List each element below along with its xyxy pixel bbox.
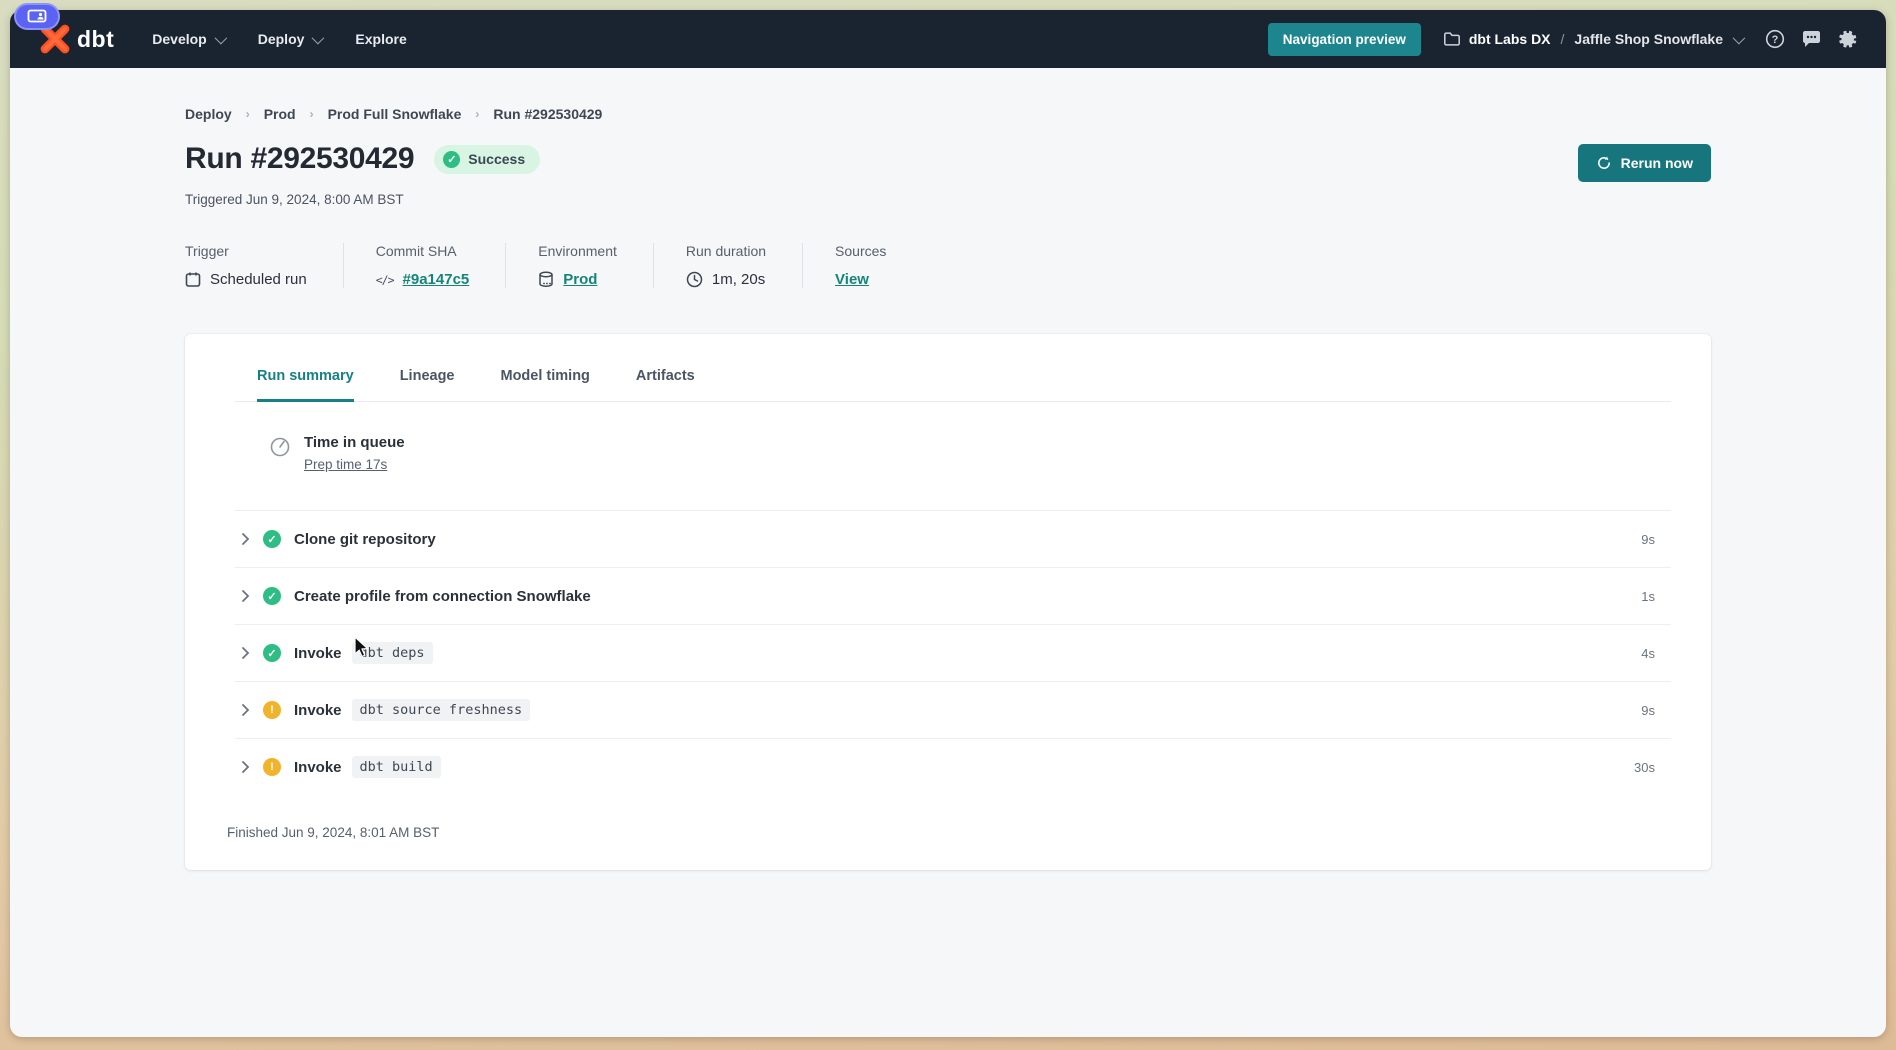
step-duration: 4s (1641, 646, 1671, 661)
app-window: dbt Develop Deploy Explore Navigation pr… (10, 10, 1886, 1037)
status-badge-label: Success (468, 151, 525, 167)
triggered-timestamp: Triggered Jun 9, 2024, 8:00 AM BST (185, 192, 1711, 207)
step-status-icon: ✓ (263, 530, 281, 548)
database-icon (538, 271, 554, 288)
step-status-icon: ✓ (263, 644, 281, 662)
tab-run-summary[interactable]: Run summary (257, 368, 354, 402)
chevron-down-icon (312, 31, 325, 44)
chevron-right-icon[interactable] (241, 760, 250, 774)
meta-trigger: Trigger Scheduled run (185, 243, 344, 288)
page: Deploy › Prod › Prod Full Snowflake › Ru… (10, 68, 1886, 1037)
meta-commit-sha: Commit SHA </> #9a147c5 (376, 243, 507, 288)
step-status-icon: ✓ (263, 587, 281, 605)
time-in-queue-block: Time in queue Prep time 17s (235, 402, 1671, 510)
top-navbar: dbt Develop Deploy Explore Navigation pr… (10, 10, 1886, 68)
environment-link[interactable]: Prod (563, 271, 597, 288)
meta-environment: Environment Prod (538, 243, 654, 288)
step-duration: 9s (1641, 703, 1671, 718)
step-row-create-profile[interactable]: ✓ Create profile from connection Snowfla… (235, 567, 1671, 624)
calendar-icon (185, 271, 201, 288)
sources-view-link[interactable]: View (835, 271, 869, 288)
page-title: Run #292530429 (185, 142, 414, 176)
navbar-icon-group: ? (1764, 28, 1858, 50)
step-status-icon: ! (263, 758, 281, 776)
title-row: Run #292530429 ✓ Success Rerun now (185, 142, 1711, 176)
breadcrumb-run: Run #292530429 (493, 106, 602, 122)
folder-icon (1443, 31, 1461, 47)
breadcrumb-separator: › (246, 107, 250, 121)
chevron-right-icon[interactable] (241, 589, 250, 603)
breadcrumb-job[interactable]: Prod Full Snowflake (328, 106, 462, 122)
timer-icon (269, 436, 291, 474)
step-row-dbt-build[interactable]: ! Invoke dbt build 30s (235, 738, 1671, 795)
screen-share-icon (27, 9, 47, 25)
nav-deploy[interactable]: Deploy (258, 31, 322, 47)
breadcrumb: Deploy › Prod › Prod Full Snowflake › Ru… (185, 106, 1711, 122)
navbar-right: Navigation preview dbt Labs DX / Jaffle … (1268, 23, 1858, 56)
chevron-right-icon[interactable] (241, 703, 250, 717)
finished-timestamp: Finished Jun 9, 2024, 8:01 AM BST (227, 795, 1671, 840)
rerun-now-button[interactable]: Rerun now (1578, 144, 1711, 182)
queue-title: Time in queue (304, 434, 405, 451)
account-name: dbt Labs DX (1469, 31, 1551, 47)
breadcrumb-separator: › (310, 107, 314, 121)
navigation-preview-button[interactable]: Navigation preview (1268, 23, 1421, 56)
step-row-dbt-deps[interactable]: ✓ Invoke dbt deps 4s (235, 624, 1671, 681)
trigger-value: Scheduled run (210, 271, 307, 288)
breadcrumb-deploy[interactable]: Deploy (185, 106, 232, 122)
svg-text:?: ? (1772, 34, 1779, 46)
step-duration: 1s (1641, 589, 1671, 604)
help-icon[interactable]: ? (1764, 28, 1786, 50)
step-command-chip: dbt build (352, 756, 441, 778)
step-duration: 9s (1641, 532, 1671, 547)
breadcrumb-slash: / (1561, 31, 1565, 47)
project-name: Jaffle Shop Snowflake (1574, 31, 1723, 47)
prep-time-link[interactable]: Prep time 17s (304, 457, 387, 472)
nav-develop[interactable]: Develop (152, 31, 223, 47)
step-command-chip: dbt deps (352, 642, 433, 664)
step-row-dbt-source-freshness[interactable]: ! Invoke dbt source freshness 9s (235, 681, 1671, 738)
step-command-chip: dbt source freshness (352, 699, 531, 721)
breadcrumb-separator: › (475, 107, 479, 121)
clock-icon (686, 271, 703, 288)
commit-sha-link[interactable]: #9a147c5 (403, 271, 470, 288)
meta-run-duration: Run duration 1m, 20s (686, 243, 803, 288)
refresh-icon (1596, 155, 1612, 171)
chevron-right-icon[interactable] (241, 646, 250, 660)
run-duration-value: 1m, 20s (712, 271, 765, 288)
code-icon: </> (376, 273, 394, 287)
chevron-right-icon[interactable] (241, 532, 250, 546)
breadcrumb-prod[interactable]: Prod (264, 106, 296, 122)
step-status-icon: ! (263, 701, 281, 719)
step-row-clone-git[interactable]: ✓ Clone git repository 9s (235, 510, 1671, 567)
tab-artifacts[interactable]: Artifacts (636, 368, 695, 402)
nav-explore[interactable]: Explore (355, 31, 406, 47)
check-circle-icon: ✓ (443, 151, 460, 168)
feedback-icon[interactable] (1800, 28, 1822, 50)
chevron-down-icon (1733, 31, 1746, 44)
screen-share-badge[interactable] (14, 3, 60, 30)
run-summary-card: Run summary Lineage Model timing Artifac… (185, 334, 1711, 870)
gear-icon[interactable] (1836, 28, 1858, 50)
tab-bar: Run summary Lineage Model timing Artifac… (257, 368, 1671, 402)
run-meta-row: Trigger Scheduled run Commit SHA </> #9a… (185, 243, 1711, 288)
meta-sources: Sources View (835, 243, 922, 288)
dbt-logo-text: dbt (77, 26, 114, 53)
tab-lineage[interactable]: Lineage (400, 368, 455, 402)
step-duration: 30s (1634, 760, 1671, 775)
project-switcher[interactable]: dbt Labs DX / Jaffle Shop Snowflake (1443, 31, 1742, 47)
tab-model-timing[interactable]: Model timing (501, 368, 590, 402)
status-badge: ✓ Success (434, 145, 540, 174)
main-nav: Develop Deploy Explore (152, 31, 407, 47)
chevron-down-icon (214, 31, 227, 44)
